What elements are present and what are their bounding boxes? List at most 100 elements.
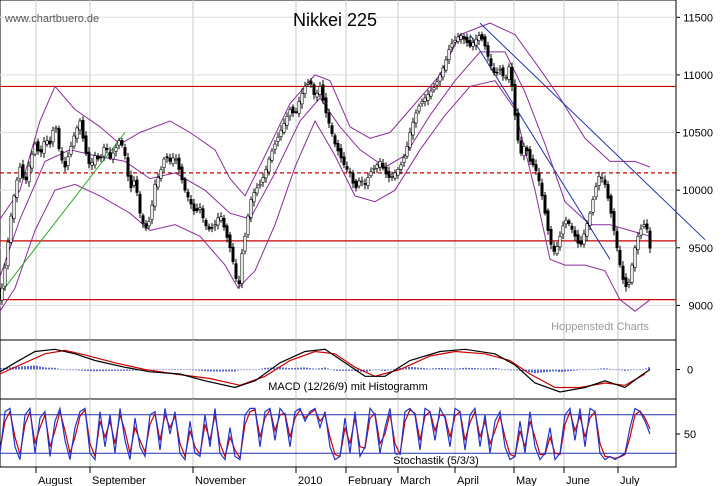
macd-histogram-bar xyxy=(570,369,572,372)
candle-body xyxy=(141,215,145,224)
macd-histogram-bar xyxy=(555,369,557,372)
month-label: September xyxy=(92,475,146,486)
candle-body xyxy=(387,171,391,178)
candle-body xyxy=(243,235,247,252)
macd-histogram-bar xyxy=(348,369,350,371)
month-label: November xyxy=(195,475,246,486)
candle-body xyxy=(438,74,442,82)
macd-histogram-bar xyxy=(177,369,179,370)
candle-body xyxy=(618,250,622,266)
macd-histogram-bar xyxy=(294,367,296,370)
macd-histogram-bar xyxy=(339,369,341,371)
macd-histogram-bar xyxy=(246,369,248,371)
macd-histogram-bar xyxy=(87,369,89,371)
candle-body xyxy=(276,136,280,142)
macd-histogram-bar xyxy=(483,368,485,370)
macd-histogram-bar xyxy=(36,365,38,370)
macd-histogram-bar xyxy=(267,367,269,370)
candle-body xyxy=(420,101,424,105)
candle-body xyxy=(168,157,172,162)
credit-label: Hoppenstedt Charts xyxy=(551,321,649,333)
macd-histogram-bar xyxy=(474,368,476,370)
macd-histogram-bar xyxy=(618,369,620,371)
macd-histogram-bar xyxy=(327,368,329,370)
candle-body xyxy=(531,158,535,166)
macd-histogram-bar xyxy=(117,369,119,371)
macd-histogram-bar xyxy=(264,367,266,370)
candle-body xyxy=(390,176,394,178)
candle-body xyxy=(429,90,433,97)
macd-histogram-bar xyxy=(510,369,512,371)
candle-body xyxy=(96,155,100,160)
candle-body xyxy=(483,36,487,47)
candle-body xyxy=(426,94,430,101)
candle-body xyxy=(537,172,541,182)
macd-histogram-bar xyxy=(39,366,41,370)
candle-body xyxy=(93,155,97,166)
candle-body xyxy=(219,216,223,221)
macd-histogram-bar xyxy=(606,368,608,370)
candle-body xyxy=(312,84,316,95)
candle-body xyxy=(501,67,505,77)
candle-body xyxy=(459,35,463,40)
candle-body xyxy=(51,129,55,143)
stochastic-tick-label: 50 xyxy=(684,429,696,441)
macd-histogram-bar xyxy=(207,369,209,372)
candle-body xyxy=(15,179,19,198)
candle-body xyxy=(42,141,46,154)
macd-histogram-bar xyxy=(90,369,92,372)
price-tick-label: 9500 xyxy=(689,243,713,255)
macd-histogram-bar xyxy=(609,368,611,370)
candle-body xyxy=(279,129,283,138)
macd-histogram-bar xyxy=(63,369,65,371)
macd-histogram-bar xyxy=(312,368,314,370)
macd-histogram-bar xyxy=(201,369,203,371)
candle-body xyxy=(330,125,334,134)
candle-body xyxy=(144,223,148,229)
macd-histogram-bar xyxy=(543,369,545,373)
macd-histogram-bar xyxy=(549,369,551,372)
candle-body xyxy=(84,135,88,154)
macd-histogram-bar xyxy=(234,369,236,372)
candle-body xyxy=(615,231,619,249)
macd-histogram-bar xyxy=(102,369,104,372)
candle-body xyxy=(450,43,454,48)
candle-body xyxy=(24,176,28,181)
candle-body xyxy=(405,146,409,157)
candle-body xyxy=(423,97,427,102)
macd-histogram-bar xyxy=(309,368,311,370)
candle-body xyxy=(18,166,22,180)
macd-tick-label: 0 xyxy=(687,365,693,377)
candle-body xyxy=(408,132,412,148)
candle-body xyxy=(555,246,559,254)
macd-histogram-bar xyxy=(324,367,326,370)
macd-histogram-bar xyxy=(51,367,53,370)
macd-histogram-bar xyxy=(411,366,413,370)
candle-body xyxy=(138,193,142,214)
candle-body xyxy=(48,140,52,145)
macd-histogram-bar xyxy=(258,369,260,370)
macd-histogram-bar xyxy=(495,368,497,370)
candle-body xyxy=(594,186,598,198)
macd-histogram-bar xyxy=(477,368,479,370)
macd-histogram-bar xyxy=(408,366,410,370)
macd-histogram-bar xyxy=(108,369,110,371)
macd-histogram-bar xyxy=(588,369,590,371)
candle-body xyxy=(456,36,460,42)
macd-histogram-bar xyxy=(180,369,182,370)
candle-body xyxy=(471,42,475,47)
candle-body xyxy=(498,68,502,71)
candle-body xyxy=(120,140,124,146)
candle-body xyxy=(417,105,421,112)
candle-body xyxy=(435,81,439,86)
macd-histogram-bar xyxy=(333,369,335,371)
month-label: February xyxy=(348,475,393,486)
macd-histogram-bar xyxy=(195,369,197,371)
candle-body xyxy=(606,184,610,199)
candle-body xyxy=(474,38,478,46)
macd-histogram-bar xyxy=(186,369,188,371)
macd-histogram-bar xyxy=(621,369,623,371)
candle-body xyxy=(258,184,262,187)
candle-body xyxy=(123,147,127,156)
macd-histogram-bar xyxy=(66,369,68,371)
